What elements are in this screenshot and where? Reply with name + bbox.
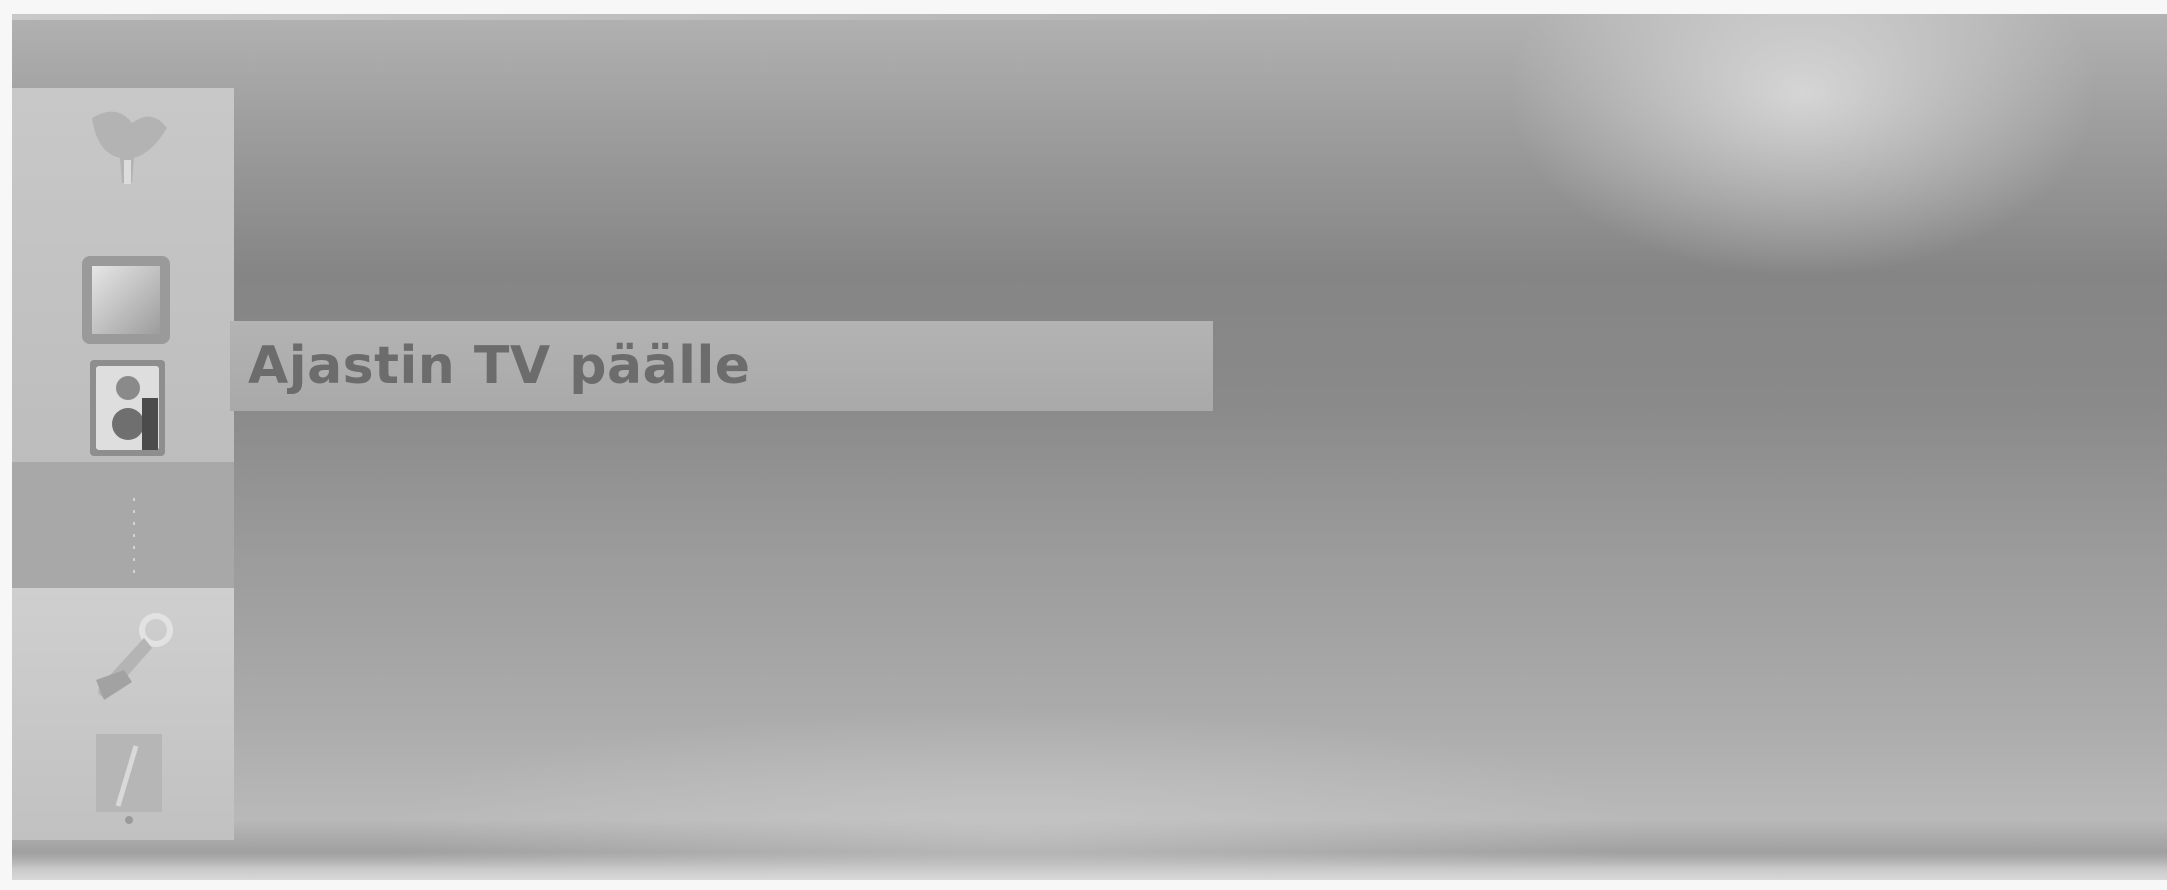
clock-icon[interactable]: [72, 728, 182, 828]
settings-icon[interactable]: [72, 608, 182, 708]
picture-icon[interactable]: [72, 248, 182, 348]
top-edge-strip: [12, 14, 1307, 20]
timer-icon[interactable]: [72, 358, 182, 458]
tv-osd-screen: Ajastin TV päälle: [12, 14, 2167, 880]
osd-sidebar: [12, 88, 234, 848]
menu-item-timer-on[interactable]: Ajastin TV päälle: [230, 321, 1213, 411]
menu-item-label: Ajastin TV päälle: [248, 336, 751, 396]
audio-icon[interactable]: [72, 488, 182, 588]
antenna-icon[interactable]: [72, 98, 182, 198]
